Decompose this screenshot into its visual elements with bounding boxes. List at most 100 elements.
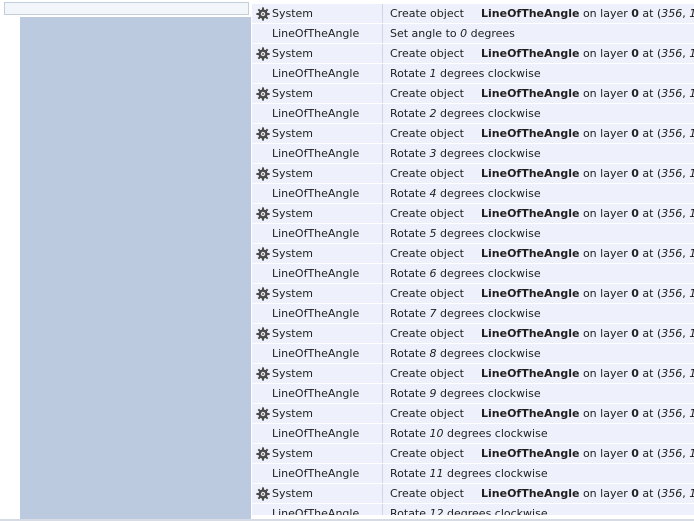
action-text-cell[interactable]: Create object LineOfTheAngle on layer 0 a… (390, 404, 694, 423)
action-verb: Rotate (390, 467, 427, 480)
action-verb: Rotate (390, 507, 427, 516)
action-row[interactable]: LineOfTheAngle Rotate 3 degrees clockwise (252, 144, 694, 164)
angle-unit: degrees clockwise (440, 147, 541, 160)
action-object-name: LineOfTheAngle (272, 187, 360, 200)
y-value: 199 (689, 207, 694, 220)
action-object-cell[interactable]: LineOfTheAngle (252, 184, 383, 203)
action-row[interactable]: System Create object LineOfTheAngle on lay… (252, 484, 694, 504)
action-row[interactable]: LineOfTheAngle Rotate 6 degrees clockwise (252, 264, 694, 284)
action-sentence: Rotate 4 degrees clockwise (390, 184, 541, 203)
action-text-cell[interactable]: Rotate 7 degrees clockwise (390, 304, 694, 323)
action-object-cell[interactable]: System (252, 484, 383, 503)
action-text-cell[interactable]: Rotate 5 degrees clockwise (390, 224, 694, 243)
action-params: LineOfTheAngle on layer 0 at (356, 199) (481, 284, 694, 303)
action-sentence: Rotate 6 degrees clockwise (390, 264, 541, 283)
layer-prefix: on layer (582, 207, 628, 220)
action-text-cell[interactable]: Rotate 3 degrees clockwise (390, 144, 694, 163)
action-row[interactable]: System Create object LineOfTheAngle on lay… (252, 364, 694, 384)
action-object-cell[interactable]: System (252, 324, 383, 343)
action-row[interactable]: System Create object LineOfTheAngle on lay… (252, 324, 694, 344)
action-object-cell[interactable]: System (252, 44, 383, 63)
action-text-cell[interactable]: Rotate 8 degrees clockwise (390, 344, 694, 363)
action-object-cell[interactable]: System (252, 364, 383, 383)
action-row[interactable]: System Create object LineOfTheAngle on lay… (252, 404, 694, 424)
layer-value: 0 (631, 207, 639, 220)
action-row[interactable]: System Create object LineOfTheAngle on lay… (252, 84, 694, 104)
action-row[interactable]: System Create object LineOfTheAngle on lay… (252, 124, 694, 144)
action-object-name: LineOfTheAngle (272, 387, 360, 400)
position-prefix: at ( (642, 487, 662, 500)
action-row[interactable]: LineOfTheAngle Rotate 11 degrees clockwis… (252, 464, 694, 484)
action-text-cell[interactable]: Set angle to 0 degrees (390, 24, 694, 43)
action-object-name: LineOfTheAngle (272, 227, 360, 240)
action-row[interactable]: LineOfTheAngle Rotate 8 degrees clockwise (252, 344, 694, 364)
action-text-cell[interactable]: Create object LineOfTheAngle on layer 0 a… (390, 4, 694, 23)
action-object-cell[interactable]: System (252, 164, 383, 183)
x-value: 356 (661, 407, 683, 420)
action-object-cell[interactable]: LineOfTheAngle (252, 64, 383, 83)
x-value: 356 (661, 247, 683, 260)
action-row[interactable]: LineOfTheAngle Rotate 10 degrees clockwis… (252, 424, 694, 444)
action-row[interactable]: System Create object LineOfTheAngle on lay… (252, 204, 694, 224)
action-text-cell[interactable]: Rotate 9 degrees clockwise (390, 384, 694, 403)
action-row[interactable]: System Create object LineOfTheAngle on lay… (252, 284, 694, 304)
action-text-cell[interactable]: Create object LineOfTheAngle on layer 0 a… (390, 444, 694, 463)
action-row[interactable]: LineOfTheAngle Rotate 7 degrees clockwise (252, 304, 694, 324)
action-object-cell[interactable]: System (252, 444, 383, 463)
action-text-cell[interactable]: Rotate 10 degrees clockwise (390, 424, 694, 443)
action-object-cell[interactable]: LineOfTheAngle (252, 104, 383, 123)
action-object-cell[interactable]: LineOfTheAngle (252, 384, 383, 403)
action-text-cell[interactable]: Create object LineOfTheAngle on layer 0 a… (390, 284, 694, 303)
x-value: 356 (661, 7, 683, 20)
angle-unit: degrees clockwise (447, 427, 548, 440)
action-object-cell[interactable]: System (252, 4, 383, 23)
action-row[interactable]: System Create object LineOfTheAngle on lay… (252, 164, 694, 184)
action-sentence: Rotate 3 degrees clockwise (390, 144, 541, 163)
action-text-cell[interactable]: Create object LineOfTheAngle on layer 0 a… (390, 44, 694, 63)
action-object-cell[interactable]: LineOfTheAngle (252, 464, 383, 483)
action-row[interactable]: LineOfTheAngle Rotate 4 degrees clockwise (252, 184, 694, 204)
action-object-cell[interactable]: System (252, 404, 383, 423)
action-text-cell[interactable]: Create object LineOfTheAngle on layer 0 a… (390, 484, 694, 503)
action-text-cell[interactable]: Create object LineOfTheAngle on layer 0 a… (390, 364, 694, 383)
action-object-cell[interactable]: LineOfTheAngle (252, 144, 383, 163)
action-object-cell[interactable]: LineOfTheAngle (252, 264, 383, 283)
action-text-cell[interactable]: Rotate 6 degrees clockwise (390, 264, 694, 283)
action-verb: Create object (390, 367, 464, 380)
action-row[interactable]: LineOfTheAngle Rotate 1 degrees clockwise (252, 64, 694, 84)
action-text-cell[interactable]: Create object LineOfTheAngle on layer 0 a… (390, 204, 694, 223)
action-text-cell[interactable]: Create object LineOfTheAngle on layer 0 a… (390, 84, 694, 103)
action-row[interactable]: System Create object LineOfTheAngle on lay… (252, 444, 694, 464)
action-object-cell[interactable]: System (252, 284, 383, 303)
action-object-cell[interactable]: LineOfTheAngle (252, 504, 383, 515)
action-row[interactable]: System Create object LineOfTheAngle on lay… (252, 244, 694, 264)
event-header-bar[interactable] (4, 2, 249, 15)
conditions-pane[interactable] (20, 17, 251, 521)
action-text-cell[interactable]: Create object LineOfTheAngle on layer 0 a… (390, 324, 694, 343)
action-row[interactable]: System Create object LineOfTheAngle on lay… (252, 4, 694, 24)
action-row[interactable]: LineOfTheAngle Set angle to 0 degrees (252, 24, 694, 44)
angle-value: 0 (460, 27, 468, 40)
action-text-cell[interactable]: Create object LineOfTheAngle on layer 0 a… (390, 244, 694, 263)
action-object-cell[interactable]: System (252, 204, 383, 223)
action-text-cell[interactable]: Create object LineOfTheAngle on layer 0 a… (390, 124, 694, 143)
action-object-cell[interactable]: System (252, 244, 383, 263)
action-object-cell[interactable]: LineOfTheAngle (252, 424, 383, 443)
action-text-cell[interactable]: Rotate 11 degrees clockwise (390, 464, 694, 483)
action-text-cell[interactable]: Rotate 4 degrees clockwise (390, 184, 694, 203)
action-row[interactable]: LineOfTheAngle Rotate 2 degrees clockwise (252, 104, 694, 124)
action-object-cell[interactable]: LineOfTheAngle (252, 344, 383, 363)
action-row[interactable]: LineOfTheAngle Rotate 12 degrees clockwis… (252, 504, 694, 516)
action-object-cell[interactable]: System (252, 84, 383, 103)
action-text-cell[interactable]: Rotate 1 degrees clockwise (390, 64, 694, 83)
action-text-cell[interactable]: Rotate 2 degrees clockwise (390, 104, 694, 123)
action-text-cell[interactable]: Create object LineOfTheAngle on layer 0 a… (390, 164, 694, 183)
action-row[interactable]: LineOfTheAngle Rotate 9 degrees clockwise (252, 384, 694, 404)
action-row[interactable]: System Create object LineOfTheAngle on lay… (252, 44, 694, 64)
action-object-cell[interactable]: LineOfTheAngle (252, 304, 383, 323)
action-object-cell[interactable]: System (252, 124, 383, 143)
action-object-cell[interactable]: LineOfTheAngle (252, 24, 383, 43)
action-row[interactable]: LineOfTheAngle Rotate 5 degrees clockwise (252, 224, 694, 244)
action-object-cell[interactable]: LineOfTheAngle (252, 224, 383, 243)
action-text-cell[interactable]: Rotate 12 degrees clockwise (390, 504, 694, 516)
